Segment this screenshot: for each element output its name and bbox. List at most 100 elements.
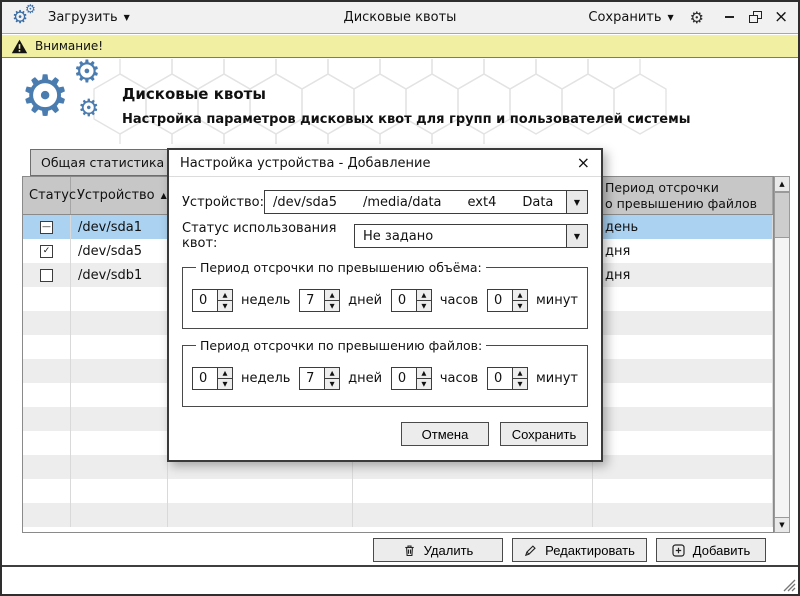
- device-part: /dev/sda5: [273, 195, 337, 210]
- grace-files-cell: дня: [593, 263, 773, 287]
- tab-general-statistics[interactable]: Общая статистика: [30, 149, 175, 176]
- gear-icon: ⚙: [20, 61, 70, 133]
- chevron-down-icon[interactable]: ▼: [566, 191, 587, 213]
- spin-up-icon[interactable]: ▲: [513, 290, 527, 301]
- spin-down-icon[interactable]: ▼: [325, 379, 339, 389]
- spin-down-icon[interactable]: ▼: [325, 301, 339, 311]
- column-header-device[interactable]: Устройство ▲: [71, 177, 168, 214]
- warning-triangle-icon: [11, 39, 28, 54]
- save-button[interactable]: Сохранить: [500, 422, 588, 446]
- row-checkbox-unchecked[interactable]: [40, 269, 53, 282]
- spin-up-icon[interactable]: ▲: [325, 368, 339, 379]
- quota-status-select[interactable]: Не задано ▼: [354, 224, 588, 248]
- quota-status-label: Статус использования квот:: [182, 221, 354, 251]
- app-window: ⚙ ⚙ Загрузить ▼ Дисковые квоты Сохранить…: [0, 0, 800, 596]
- volume-days-stepper[interactable]: 7 ▲▼: [299, 289, 340, 312]
- close-button[interactable]: ×: [774, 11, 788, 24]
- device-cell: /dev/sdb1: [71, 263, 168, 287]
- scroll-down-button[interactable]: ▼: [775, 517, 789, 532]
- volume-weeks-stepper[interactable]: 0 ▲▼: [192, 289, 233, 312]
- spinner-value[interactable]: 0: [488, 368, 512, 389]
- gear-icon: ⚙: [78, 94, 100, 122]
- volume-grace-group: Период отсрочки по превышению объёма: 0 …: [182, 260, 588, 329]
- save-menu-label: Сохранить: [588, 10, 661, 25]
- unit-label: часов: [440, 371, 478, 386]
- page-subtitle: Настройка параметров дисковых квот для г…: [122, 112, 690, 127]
- spin-up-icon[interactable]: ▲: [417, 290, 431, 301]
- row-checkbox-mixed[interactable]: —: [40, 221, 53, 234]
- unit-label: минут: [536, 293, 578, 308]
- add-button[interactable]: Добавить: [656, 538, 766, 562]
- window-controls: ×: [724, 11, 788, 24]
- device-cell: /dev/sda1: [71, 215, 168, 239]
- load-menu-label: Загрузить: [48, 10, 118, 25]
- edit-button[interactable]: Редактировать: [512, 538, 647, 562]
- delete-button[interactable]: Удалить: [373, 538, 503, 562]
- chevron-down-icon: ▼: [124, 14, 130, 22]
- files-grace-group: Период отсрочки по превышению файлов: 0 …: [182, 338, 588, 407]
- files-grace-legend: Период отсрочки по превышению файлов:: [196, 338, 486, 353]
- spin-down-icon[interactable]: ▼: [513, 301, 527, 311]
- settings-gear-icon[interactable]: ⚙: [690, 8, 704, 27]
- page-title: Дисковые квоты: [122, 85, 690, 103]
- chevron-down-icon[interactable]: ▼: [566, 225, 587, 247]
- spin-down-icon[interactable]: ▼: [417, 301, 431, 311]
- spin-up-icon[interactable]: ▲: [513, 368, 527, 379]
- chevron-down-icon: ▼: [668, 14, 674, 22]
- spin-down-icon[interactable]: ▼: [218, 301, 232, 311]
- load-menu-button[interactable]: Загрузить ▼: [48, 10, 130, 25]
- files-weeks-stepper[interactable]: 0 ▲▼: [192, 367, 233, 390]
- app-gears-icon: ⚙ ⚙: [12, 6, 38, 30]
- files-days-stepper[interactable]: 7 ▲▼: [299, 367, 340, 390]
- spinner-value[interactable]: 0: [488, 290, 512, 311]
- fs-type: ext4: [468, 195, 497, 210]
- spinner-value[interactable]: 7: [300, 368, 324, 389]
- warning-banner: Внимание!: [2, 35, 798, 58]
- minimize-button[interactable]: [724, 11, 738, 24]
- page-header: ⚙ ⚙ ⚙ Дисковые квоты Настройка параметро…: [2, 59, 798, 144]
- spinner-value[interactable]: 0: [193, 368, 217, 389]
- spinner-value[interactable]: 0: [392, 368, 416, 389]
- column-header-grace-files[interactable]: Период отсрочки о превышению файлов: [593, 177, 773, 214]
- resize-grip[interactable]: [783, 579, 796, 592]
- unit-label: часов: [440, 293, 478, 308]
- spin-up-icon[interactable]: ▲: [417, 368, 431, 379]
- spin-down-icon[interactable]: ▼: [218, 379, 232, 389]
- spin-up-icon[interactable]: ▲: [325, 290, 339, 301]
- table-row-empty: [23, 479, 773, 503]
- files-minutes-stepper[interactable]: 0 ▲▼: [487, 367, 528, 390]
- trash-icon: [403, 544, 416, 557]
- files-hours-stepper[interactable]: 0 ▲▼: [391, 367, 432, 390]
- row-checkbox-checked[interactable]: ✓: [40, 245, 53, 258]
- spinner-value[interactable]: 7: [300, 290, 324, 311]
- gear-icon: ⚙: [73, 59, 101, 90]
- grace-files-cell: дня: [593, 239, 773, 263]
- quota-status-value: Не задано: [363, 229, 433, 244]
- spinner-value[interactable]: 0: [392, 290, 416, 311]
- volume-minutes-stepper[interactable]: 0 ▲▼: [487, 289, 528, 312]
- plus-icon: [672, 544, 685, 557]
- spin-up-icon[interactable]: ▲: [218, 368, 232, 379]
- save-menu-button[interactable]: Сохранить ▼: [588, 10, 673, 25]
- tab-label: Общая статистика: [41, 155, 164, 170]
- device-select[interactable]: /dev/sda5 /media/data ext4 Data ▼: [264, 190, 588, 214]
- dialog-titlebar: Настройка устройства - Добавление ×: [169, 150, 601, 177]
- maximize-button[interactable]: [749, 11, 763, 24]
- spin-up-icon[interactable]: ▲: [218, 290, 232, 301]
- spin-down-icon[interactable]: ▼: [417, 379, 431, 389]
- scrollbar-thumb[interactable]: [775, 192, 789, 238]
- vertical-scrollbar[interactable]: ▲ ▼: [774, 176, 790, 533]
- gear-icon: ⚙: [25, 2, 36, 16]
- spinner-value[interactable]: 0: [193, 290, 217, 311]
- volume-label: Data: [522, 195, 553, 210]
- warning-text: Внимание!: [35, 39, 103, 53]
- column-header-status[interactable]: Статус: [23, 177, 71, 214]
- pencil-icon: [524, 544, 537, 557]
- spin-down-icon[interactable]: ▼: [513, 379, 527, 389]
- volume-hours-stepper[interactable]: 0 ▲▼: [391, 289, 432, 312]
- cancel-button[interactable]: Отмена: [401, 422, 489, 446]
- scroll-up-button[interactable]: ▲: [775, 177, 789, 192]
- device-cell: /dev/sda5: [71, 239, 168, 263]
- dialog-close-icon[interactable]: ×: [577, 155, 590, 171]
- sort-asc-icon: ▲: [161, 191, 167, 200]
